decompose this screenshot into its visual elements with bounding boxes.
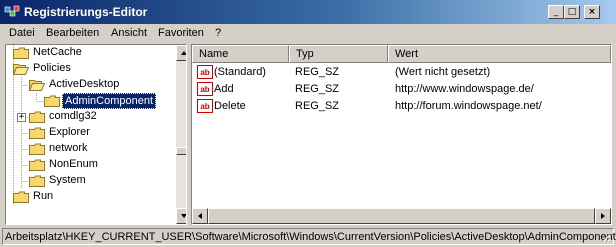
title-bar[interactable]: Registrierungs-Editor _ □ × xyxy=(0,0,616,24)
svg-text:ab: ab xyxy=(200,102,209,111)
list-item[interactable]: ab Add REG_SZ http://www.windowspage.de/ xyxy=(192,81,611,98)
status-bar: Arbeitsplatz\HKEY_CURRENT_USER\Software\… xyxy=(2,228,616,245)
list-horizontal-scrollbar[interactable] xyxy=(192,208,611,224)
value-name: Add xyxy=(214,83,234,95)
values-list-pane[interactable]: Name Typ Wert ab (Standard) REG_SZ (Wert… xyxy=(191,44,612,225)
value-data: http://www.windowspage.de/ xyxy=(395,83,534,95)
scroll-thumb[interactable] xyxy=(176,147,186,155)
tree-item-label: Explorer xyxy=(49,126,90,138)
tree-item-label: System xyxy=(49,174,86,186)
tree-item-label: NonEnum xyxy=(49,158,98,170)
value-type: REG_SZ xyxy=(295,83,340,95)
value-data: http://forum.windowspage.net/ xyxy=(395,100,542,112)
svg-text:ab: ab xyxy=(200,68,209,77)
arrow-up-icon xyxy=(181,51,186,55)
status-path: Arbeitsplatz\HKEY_CURRENT_USER\Software\… xyxy=(5,231,616,243)
value-name: Delete xyxy=(214,100,246,112)
window-title: Registrierungs-Editor xyxy=(24,5,148,19)
menu-datei[interactable]: Datei xyxy=(9,27,35,39)
value-type: REG_SZ xyxy=(295,66,340,78)
expand-plus-icon[interactable]: + xyxy=(17,113,26,122)
tree-item-label: Policies xyxy=(33,62,71,74)
column-header-type[interactable]: Typ xyxy=(289,45,388,63)
value-name: (Standard) xyxy=(214,66,266,78)
folder-icon xyxy=(29,159,45,171)
arrow-left-icon xyxy=(198,213,202,219)
folder-icon xyxy=(29,175,45,187)
folder-icon xyxy=(29,127,45,139)
arrow-down-icon xyxy=(181,214,186,218)
tree-item-label: NetCache xyxy=(33,46,82,58)
tree-item-label: Run xyxy=(33,190,54,202)
tree-vertical-scrollbar[interactable] xyxy=(176,45,186,224)
menu-ansicht[interactable]: Ansicht xyxy=(111,27,147,39)
tree-item-label: network xyxy=(49,142,88,154)
resize-grip-icon[interactable] xyxy=(600,232,611,243)
maximize-button[interactable]: □ xyxy=(564,5,580,19)
scroll-down-button[interactable] xyxy=(176,208,186,224)
open-folder-icon xyxy=(13,64,29,75)
folder-icon xyxy=(29,111,45,123)
column-header-name[interactable]: Name xyxy=(192,45,289,63)
list-item[interactable]: ab Delete REG_SZ http://forum.windowspag… xyxy=(192,98,611,115)
folder-icon xyxy=(13,47,29,59)
folder-icon xyxy=(44,95,60,107)
string-value-icon: ab xyxy=(197,82,213,96)
tree-item-label: comdlg32 xyxy=(49,110,97,122)
scroll-up-button[interactable] xyxy=(176,45,186,61)
menu-help[interactable]: ? xyxy=(215,27,221,39)
string-value-icon: ab xyxy=(197,65,213,79)
svg-text:ab: ab xyxy=(200,85,209,94)
menu-bar: Datei Bearbeiten Ansicht Favoriten ? xyxy=(0,25,616,43)
menu-bearbeiten[interactable]: Bearbeiten xyxy=(46,27,99,39)
tree-item-label-selected: AdminComponent xyxy=(62,93,157,109)
key-tree-pane[interactable]: NetCache Policies ActiveDesktop AdminCom… xyxy=(5,44,187,225)
value-data: (Wert nicht gesetzt) xyxy=(395,66,491,78)
regedit-app-icon xyxy=(4,5,20,17)
tree-item-label: ActiveDesktop xyxy=(49,78,120,90)
string-value-icon: ab xyxy=(197,99,213,113)
menu-favoriten[interactable]: Favoriten xyxy=(158,27,204,39)
minimize-button[interactable]: _ xyxy=(548,5,564,19)
folder-icon xyxy=(29,143,45,155)
list-item[interactable]: ab (Standard) REG_SZ (Wert nicht gesetzt… xyxy=(192,64,611,81)
scroll-thumb[interactable] xyxy=(208,208,595,224)
scroll-right-button[interactable] xyxy=(595,208,611,224)
open-folder-icon xyxy=(29,80,45,91)
close-button[interactable]: × xyxy=(584,5,600,19)
column-header-value[interactable]: Wert xyxy=(388,45,611,63)
scroll-left-button[interactable] xyxy=(192,208,208,224)
arrow-right-icon xyxy=(601,213,605,219)
value-type: REG_SZ xyxy=(295,100,340,112)
folder-icon xyxy=(13,191,29,203)
